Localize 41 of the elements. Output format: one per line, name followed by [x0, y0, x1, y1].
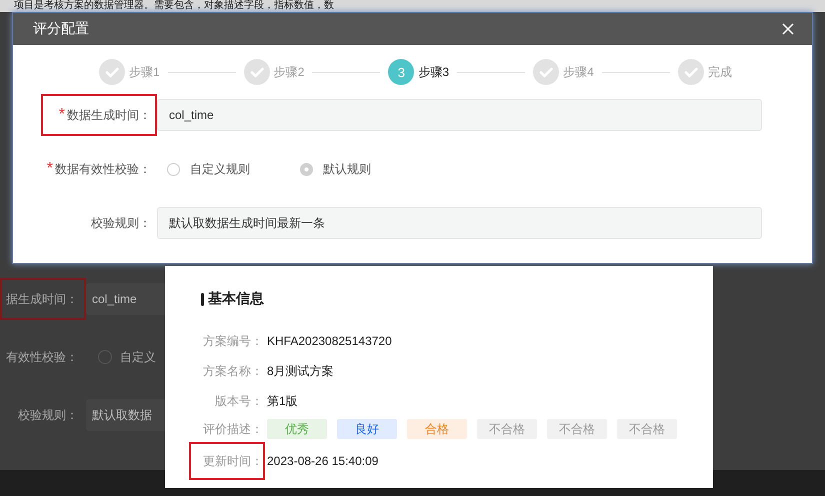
- dialog-title: 评分配置: [33, 20, 89, 38]
- field-label: 评价描述：: [203, 420, 263, 438]
- field-value: KHFA20230825143720: [267, 334, 392, 348]
- step-label: 步骤1: [129, 64, 160, 80]
- field-value: 2023-08-26 15:40:09: [267, 454, 378, 468]
- field-label: 方案编号：: [203, 332, 263, 350]
- rating-tag: 不合格: [477, 419, 537, 439]
- input-field[interactable]: col_time: [86, 283, 165, 315]
- field-label: 据生成时间：: [6, 290, 78, 308]
- step-label: 步骤3: [418, 64, 450, 80]
- radio-label: 自定义规则: [190, 160, 250, 178]
- field-label: 校验规则：: [18, 406, 78, 424]
- rating-tag: 优秀: [267, 419, 327, 439]
- field-label: 数据生成时间：: [67, 106, 151, 124]
- rating-tag: 良好: [337, 419, 397, 439]
- step-number: 3: [388, 59, 414, 85]
- required-mark: *: [58, 106, 65, 124]
- field-value: 8月测试方案: [267, 362, 334, 380]
- field-label: 方案名称：: [203, 362, 263, 380]
- radio-label: 默认规则: [323, 160, 371, 178]
- rating-tag: 合格: [407, 419, 467, 439]
- input-field[interactable]: 默认取数据: [86, 399, 165, 431]
- close-icon[interactable]: [782, 23, 794, 35]
- field-label: 数据有效性校验：: [55, 160, 151, 178]
- rating-tag: 不合格: [547, 419, 607, 439]
- field-label: 有效性校验：: [6, 348, 78, 366]
- required-mark: *: [46, 160, 53, 178]
- input-field[interactable]: col_time: [157, 99, 762, 131]
- radio-button[interactable]: [98, 350, 112, 364]
- step-label: 完成: [708, 64, 732, 80]
- field-label: 校验规则：: [91, 214, 151, 232]
- input-field[interactable]: 默认取数据生成时间最新一条: [157, 207, 762, 239]
- field-value: 第1版: [267, 392, 298, 410]
- step-label: 步骤2: [274, 64, 304, 80]
- field-label: 更新时间：: [203, 452, 263, 470]
- radio-label: 自定义: [120, 348, 156, 366]
- title-bar-icon: [201, 292, 204, 306]
- section-title: 基本信息: [208, 290, 264, 308]
- rating-tag: 不合格: [617, 419, 677, 439]
- field-label: 版本号：: [215, 392, 263, 410]
- step-label: 步骤4: [563, 64, 594, 80]
